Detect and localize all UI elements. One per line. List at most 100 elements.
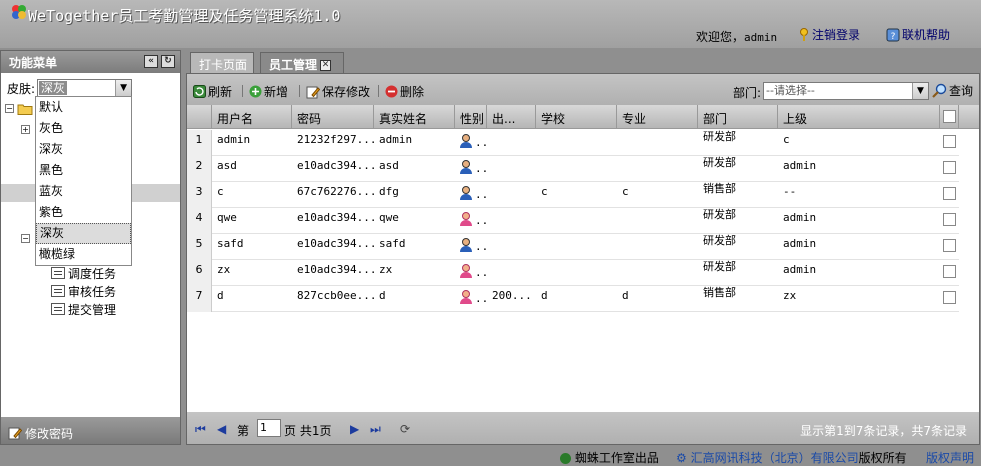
column-header-major[interactable]: 专业 <box>617 105 698 129</box>
chevron-down-icon[interactable]: ▼ <box>912 83 928 99</box>
skin-option-purple[interactable]: 紫色 <box>36 202 131 223</box>
cell-dept[interactable]: 研发部 <box>698 234 778 260</box>
row-checkbox[interactable] <box>943 213 956 226</box>
row-checkbox[interactable] <box>943 187 956 200</box>
cell-school[interactable] <box>536 156 617 182</box>
add-button[interactable]: 新增 <box>249 83 288 100</box>
tree-node-1[interactable]: + <box>21 120 33 138</box>
tree-item-dispatch[interactable]: 调度任务 <box>51 264 116 282</box>
cell-realname[interactable]: dfg <box>374 182 455 208</box>
cell-major[interactable] <box>617 208 698 234</box>
column-header-school[interactable]: 学校 <box>536 105 617 129</box>
close-icon[interactable]: ✕ <box>320 60 332 71</box>
cell-gender[interactable]: .. <box>455 130 487 156</box>
cell-school[interactable]: d <box>536 286 617 312</box>
cell-username[interactable]: qwe <box>212 208 292 234</box>
collapse-icon[interactable]: − <box>5 103 14 113</box>
cell-gender[interactable]: .. <box>455 208 487 234</box>
table-row[interactable]: 7 d 827ccb0ee... d.. 200... d d 销售部 zx <box>187 286 959 312</box>
row-checkbox[interactable] <box>943 239 956 252</box>
cell-superior[interactable]: c <box>778 130 940 156</box>
department-select[interactable]: --请选择-- ▼ <box>763 82 929 100</box>
cell-school[interactable] <box>536 260 617 286</box>
delete-button[interactable]: 删除 <box>385 83 424 100</box>
cell-superior[interactable]: zx <box>778 286 940 312</box>
cell-realname[interactable]: qwe <box>374 208 455 234</box>
cell-gender[interactable]: .. <box>455 234 487 260</box>
reload-icon[interactable]: ⟳ <box>400 422 410 436</box>
cell-username[interactable]: admin <box>212 130 292 156</box>
tab-employee-management[interactable]: 员工管理 ✕ <box>260 52 344 73</box>
table-row[interactable]: 4 qwe e10adc394... qwe.. 研发部 admin <box>187 208 959 234</box>
copyright-link[interactable]: 版权声明 <box>926 449 974 466</box>
cell-gender[interactable]: .. <box>455 182 487 208</box>
tab-clock-in[interactable]: 打卡页面 <box>190 52 254 73</box>
cell-birth[interactable] <box>487 260 536 286</box>
help-link[interactable]: ? 联机帮助 <box>886 26 950 43</box>
tree-item-review[interactable]: 审核任务 <box>51 282 116 300</box>
cell-dept[interactable]: 研发部 <box>698 260 778 286</box>
cell-school[interactable] <box>536 208 617 234</box>
cell-username[interactable]: zx <box>212 260 292 286</box>
column-header-password[interactable]: 密码 <box>292 105 374 129</box>
skin-option-gray[interactable]: 灰色 <box>36 118 131 139</box>
table-row[interactable]: 1 admin 21232f297... admin.. 研发部 c <box>187 130 959 156</box>
cell-dept[interactable]: 销售部 <box>698 286 778 312</box>
cell-realname[interactable]: safd <box>374 234 455 260</box>
cell-major[interactable] <box>617 234 698 260</box>
table-row[interactable]: 2 asd e10adc394... asd.. 研发部 admin <box>187 156 959 182</box>
refresh-panel-button[interactable]: ↻ <box>161 55 175 68</box>
cell-password[interactable]: e10adc394... <box>292 234 374 260</box>
prev-page-icon[interactable]: ◀ <box>217 422 226 436</box>
cell-password[interactable]: e10adc394... <box>292 156 374 182</box>
skin-option-black[interactable]: 黑色 <box>36 160 131 181</box>
cell-birth[interactable] <box>487 182 536 208</box>
cell-superior[interactable]: -- <box>778 182 940 208</box>
row-checkbox[interactable] <box>943 291 956 304</box>
cell-major[interactable] <box>617 130 698 156</box>
column-header-superior[interactable]: 上级 <box>778 105 940 129</box>
company-link[interactable]: 汇高网讯科技（北京）有限公司 <box>691 451 859 465</box>
cell-password[interactable]: 21232f297... <box>292 130 374 156</box>
first-page-icon[interactable]: ⏮ <box>195 422 206 437</box>
next-page-icon[interactable]: ▶ <box>350 422 359 436</box>
cell-superior[interactable]: admin <box>778 156 940 182</box>
cell-gender[interactable]: .. <box>455 260 487 286</box>
column-header-birth[interactable]: 出... <box>487 105 536 129</box>
expand-icon[interactable]: + <box>21 124 30 134</box>
cell-realname[interactable]: asd <box>374 156 455 182</box>
column-header-username[interactable]: 用户名 <box>212 105 292 129</box>
change-password-button[interactable]: 修改密码 <box>1 417 180 444</box>
cell-realname[interactable]: zx <box>374 260 455 286</box>
cell-birth[interactable] <box>487 208 536 234</box>
cell-password[interactable]: e10adc394... <box>292 260 374 286</box>
cell-dept[interactable]: 研发部 <box>698 130 778 156</box>
skin-option-default[interactable]: 默认 <box>36 97 131 118</box>
cell-major[interactable]: c <box>617 182 698 208</box>
row-checkbox[interactable] <box>943 135 956 148</box>
logout-link[interactable]: 注销登录 <box>798 26 860 43</box>
cell-dept[interactable]: 研发部 <box>698 156 778 182</box>
cell-birth[interactable] <box>487 130 536 156</box>
cell-school[interactable] <box>536 234 617 260</box>
skin-option-blue-gray[interactable]: 蓝灰 <box>36 181 131 202</box>
collapse-panel-button[interactable]: « <box>144 55 158 68</box>
collapse-icon[interactable]: − <box>21 233 30 243</box>
save-button[interactable]: 保存修改 <box>306 83 370 100</box>
cell-realname[interactable]: d <box>374 286 455 312</box>
cell-username[interactable]: safd <box>212 234 292 260</box>
cell-major[interactable] <box>617 156 698 182</box>
tree-node-2[interactable]: − <box>21 229 33 247</box>
cell-birth[interactable] <box>487 156 536 182</box>
skin-option-dark-gray-2[interactable]: 深灰 <box>36 223 131 244</box>
cell-superior[interactable]: admin <box>778 234 940 260</box>
table-row[interactable]: 5 safd e10adc394... safd.. 研发部 admin <box>187 234 959 260</box>
skin-select[interactable]: 深灰 ▼ <box>37 79 133 97</box>
cell-gender[interactable]: .. <box>455 156 487 182</box>
cell-username[interactable]: asd <box>212 156 292 182</box>
cell-dept[interactable]: 销售部 <box>698 182 778 208</box>
cell-major[interactable]: d <box>617 286 698 312</box>
cell-gender[interactable]: .. <box>455 286 487 312</box>
query-button[interactable]: 查询 <box>932 82 973 99</box>
select-all-checkbox[interactable] <box>943 110 956 123</box>
